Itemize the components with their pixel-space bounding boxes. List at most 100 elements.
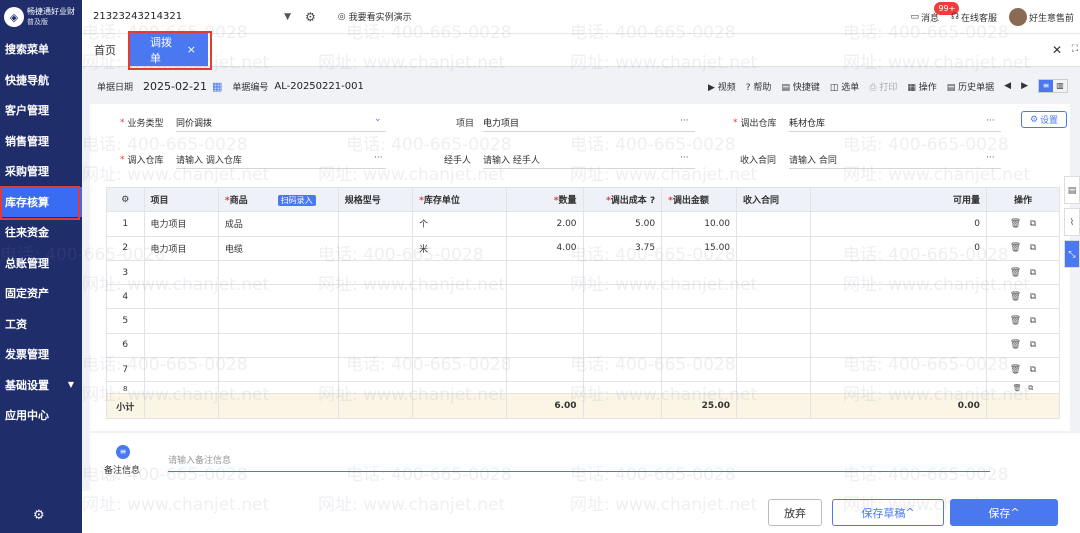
cell-contract[interactable] [736,259,812,286]
table-row[interactable]: 6 🗑 ⧉ [106,332,1061,359]
cell-goods[interactable] [217,308,339,334]
cell-amount[interactable]: 15.00 [661,235,738,261]
resize-icon[interactable]: ⤡ [1064,240,1080,268]
cell-qty[interactable]: 2.00 [505,211,584,237]
select-order-button[interactable]: ◫ 选单 [830,80,859,93]
view-toggle[interactable]: ≡ ▥ [1038,79,1068,93]
copy-icon[interactable]: ⧉ [1030,340,1036,350]
cell-amount[interactable] [661,259,738,286]
close-icon[interactable]: ✕ [1052,43,1062,57]
sidebar-item-fixed-assets[interactable]: 固定资产 [0,278,82,309]
delete-icon[interactable]: 🗑 [1010,340,1021,350]
expand-icon[interactable]: ⛶ [1072,44,1078,54]
cell-spec[interactable] [337,259,414,286]
sidebar-item-customers[interactable]: 客户管理 [0,95,82,126]
cell-goods[interactable] [217,357,339,383]
cell-unit[interactable]: 个 [412,211,507,237]
cell-spec[interactable] [337,284,414,310]
gear-icon[interactable]: ⚙ [33,508,45,523]
sidebar-item-quick-nav[interactable]: 快捷导航 [0,65,82,96]
notes-icon[interactable]: ▤ [1064,176,1080,204]
settings-button[interactable]: ⚙ 设置 [1021,111,1067,128]
calendar-icon[interactable]: ▦ [212,80,222,93]
discard-button[interactable]: 放弃 [768,499,822,526]
cell-qty[interactable] [505,284,584,310]
cell-amount[interactable] [661,357,738,383]
cell-goods[interactable] [217,284,339,310]
copy-icon[interactable]: ⧉ [1030,292,1036,302]
help-button[interactable]: ? 帮助 [746,80,772,93]
sidebar-item-inventory[interactable]: 库存核算 [0,185,82,219]
operations-button[interactable]: ▦ 操作 [907,80,936,93]
cell-project[interactable] [143,357,219,383]
cell-amount[interactable] [661,332,738,359]
copy-icon[interactable]: ⧉ [1030,219,1036,229]
sidebar-item-app-center[interactable]: 应用中心 [0,400,82,431]
cell-goods[interactable] [217,259,339,286]
cell-spec[interactable] [337,235,414,261]
demo-link[interactable]: ◎ 我要看实例演示 [338,10,412,24]
tab-close-icon[interactable]: × [187,43,196,56]
copy-icon[interactable]: ⧉ [1030,365,1036,375]
delete-icon[interactable]: 🗑 [1010,292,1021,302]
copy-icon[interactable]: ⧉ [1030,316,1036,326]
more-icon[interactable]: ··· [680,116,689,126]
shortcut-button[interactable]: ▤ 快捷键 [781,80,819,93]
sidebar-item-purchase[interactable]: 采购管理 [0,156,82,187]
save-button[interactable]: 保存 ^ [950,499,1058,526]
cell-cost[interactable] [582,308,663,334]
cell-qty[interactable] [505,259,584,286]
cell-cost[interactable] [582,284,663,310]
project-field[interactable]: 电力项目 [483,116,519,129]
cell-project[interactable]: 电力项目 [143,211,219,237]
sidebar-item-sales[interactable]: 销售管理 [0,126,82,157]
card-view-icon[interactable]: ▥ [1053,80,1067,92]
out-warehouse-field[interactable]: 耗材仓库 [789,116,825,129]
date-field[interactable]: 2025-02-21 [143,80,207,93]
cell-cost[interactable]: 3.75 [582,235,663,261]
next-arrow-icon[interactable]: ▶ [1021,81,1028,91]
cell-cost[interactable] [582,332,663,359]
more-icon[interactable]: ··· [680,153,689,163]
cell-qty[interactable]: 4.00 [505,235,584,261]
messages-button[interactable]: ▭ 消息 99+ [910,1,960,24]
cell-project[interactable] [143,259,219,286]
sidebar-item-ledger[interactable]: 总账管理 [0,248,82,279]
cell-amount[interactable] [661,284,738,310]
contract-input[interactable]: 请输入 合同 [789,153,837,166]
delete-icon[interactable]: 🗑 [1010,316,1021,326]
table-row[interactable]: 1 电力项目 成品 个 2.00 5.00 10.00 0 🗑 ⧉ [106,211,1061,237]
tab-transfer-order[interactable]: 调拨单 × [128,31,212,70]
delete-icon[interactable]: 🗑 [1010,365,1021,375]
cell-cost[interactable]: 5.00 [582,211,663,237]
cell-contract[interactable] [736,381,812,395]
copy-icon[interactable]: ⧉ [1030,243,1036,253]
user-menu[interactable]: 好生意售前 [1008,8,1074,26]
cell-contract[interactable] [736,308,812,334]
table-row[interactable]: 2 电力项目 电缆 米 4.00 3.75 15.00 0 🗑 ⧉ [106,235,1061,261]
sidebar-item-basic-settings[interactable]: 基础设置 ▼ [0,370,82,401]
cell-contract[interactable] [736,284,812,310]
cell-goods[interactable] [217,381,339,395]
cell-qty[interactable] [505,381,584,395]
cell-project[interactable] [143,308,219,334]
cell-spec[interactable] [337,211,414,237]
cell-unit[interactable] [412,332,507,359]
history-button[interactable]: ▤ 历史单据 [947,80,994,93]
cell-goods[interactable] [217,332,339,359]
more-icon[interactable]: ··· [986,153,995,163]
more-icon[interactable]: ··· [986,116,995,126]
table-row[interactable]: 7 🗑 ⧉ [106,357,1061,383]
table-row[interactable]: 4 🗑 ⧉ [106,284,1061,310]
scan-entry-button[interactable]: 扫码录入 [277,195,316,207]
video-button[interactable]: ▶ 视频 [708,80,736,93]
sidebar-item-search[interactable]: 搜索菜单 [0,34,82,65]
delete-icon[interactable]: 🗑 [1013,384,1022,392]
cell-unit[interactable] [412,308,507,334]
remarks-input[interactable]: 请输入备注信息 [168,453,990,472]
biz-type-select[interactable]: 同价调拨 [176,116,212,129]
cell-unit[interactable] [412,284,507,310]
cell-qty[interactable] [505,357,584,383]
sidebar-item-invoices[interactable]: 发票管理 [0,339,82,370]
cell-unit[interactable] [412,357,507,383]
